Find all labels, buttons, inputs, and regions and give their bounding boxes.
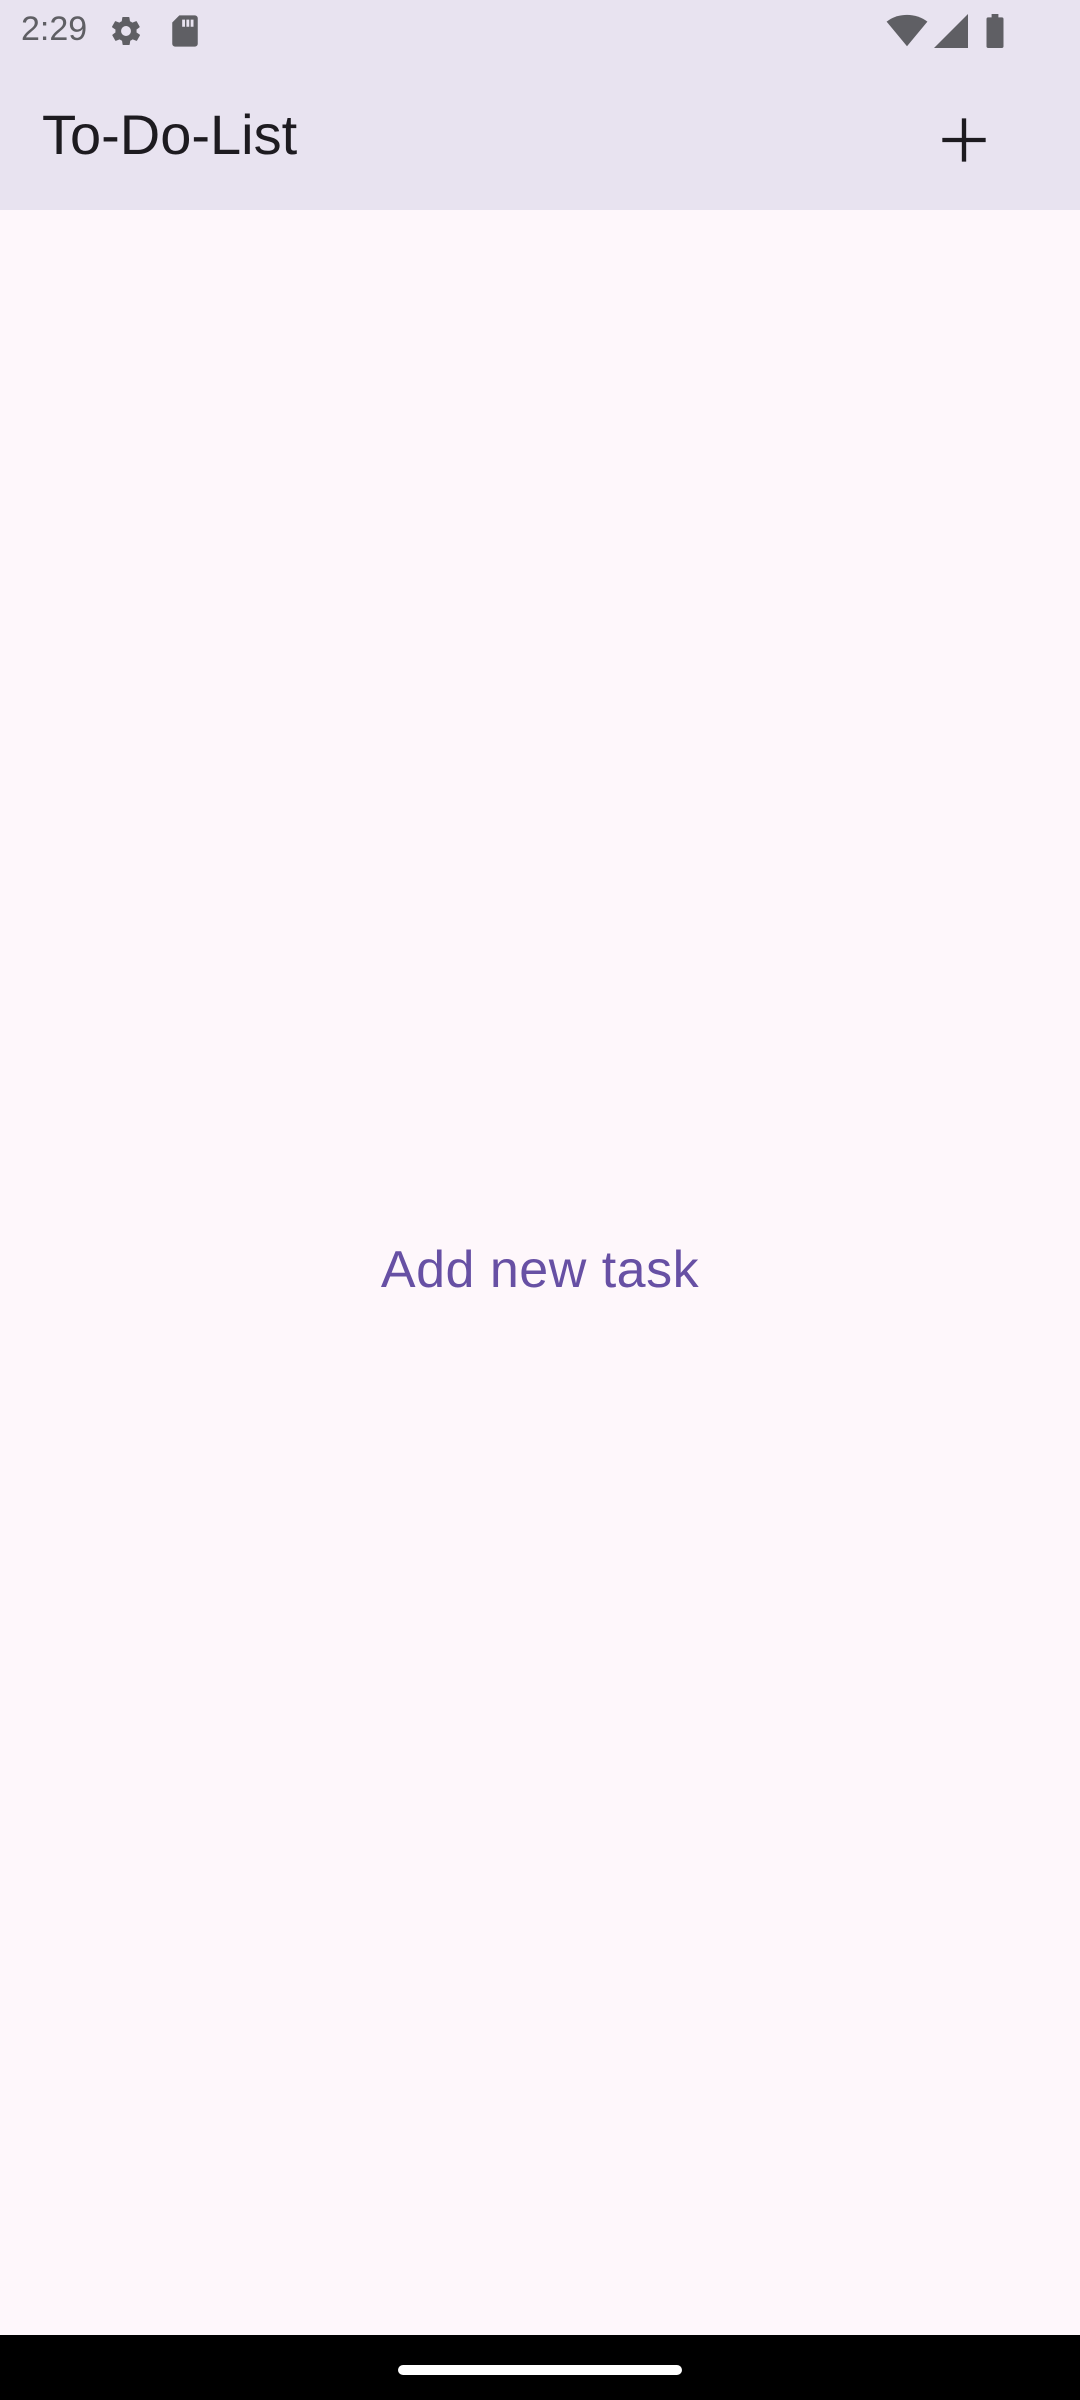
navigation-bar bbox=[0, 2335, 1080, 2400]
cellular-signal-icon bbox=[934, 14, 968, 48]
sd-card-icon bbox=[172, 15, 198, 47]
task-list-area: Add new task bbox=[0, 210, 1080, 2335]
app-title: To-Do-List bbox=[42, 103, 298, 166]
screen: 2:29 To-Do-List Add new task bbox=[0, 0, 1080, 2400]
plus-icon bbox=[942, 118, 986, 162]
status-time: 2:29 bbox=[21, 10, 88, 48]
wifi-icon bbox=[886, 14, 928, 47]
add-task-button[interactable] bbox=[920, 96, 1008, 184]
battery-icon bbox=[986, 14, 1004, 48]
home-indicator[interactable] bbox=[398, 2365, 682, 2375]
add-new-task-link[interactable]: Add new task bbox=[0, 1240, 1080, 1300]
app-bar: To-Do-List bbox=[0, 62, 1080, 210]
gear-icon bbox=[112, 16, 140, 46]
status-bar: 2:29 bbox=[0, 0, 1080, 62]
